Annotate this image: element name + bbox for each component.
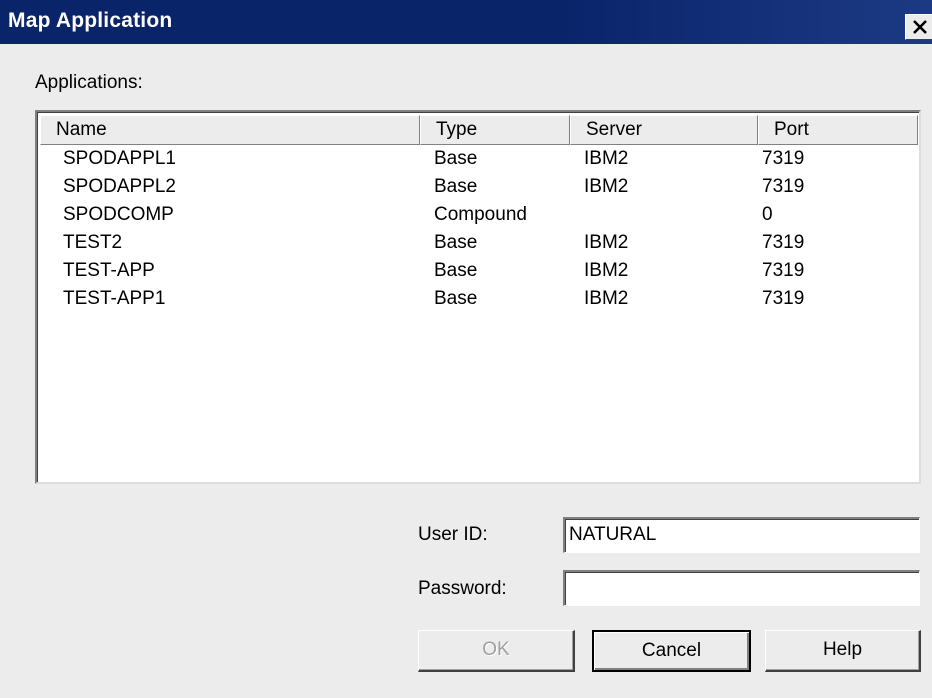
cell-name: TEST-APP [63, 260, 155, 281]
cell-port: 7319 [762, 148, 805, 169]
close-button[interactable] [905, 14, 932, 40]
cell-port: 0 [762, 204, 773, 225]
list-item[interactable]: TEST2 Base IBM2 7319 [40, 230, 918, 258]
list-header: Name Type Server Port [40, 115, 918, 145]
cell-server: IBM2 [584, 260, 629, 281]
cell-name: SPODAPPL2 [63, 176, 176, 197]
cell-type: Base [434, 148, 478, 169]
cancel-button[interactable]: Cancel [592, 630, 751, 672]
cell-server: IBM2 [584, 288, 629, 309]
user-id-field[interactable]: NATURAL [563, 517, 920, 553]
map-application-dialog: Map Application Applications: Name Type … [0, 0, 932, 698]
list-item[interactable]: SPODAPPL1 Base IBM2 7319 [40, 146, 918, 174]
close-icon [913, 20, 927, 34]
password-label: Password: [418, 578, 507, 599]
cell-type: Compound [434, 204, 527, 225]
cell-name: TEST-APP1 [63, 288, 166, 309]
cell-name: SPODCOMP [63, 204, 174, 225]
cell-type: Base [434, 176, 478, 197]
ok-button[interactable]: OK [418, 630, 575, 672]
applications-list[interactable]: Name Type Server Port SPODAPPL1 Base IBM… [35, 110, 921, 484]
cell-name: SPODAPPL1 [63, 148, 176, 169]
list-item[interactable]: TEST-APP Base IBM2 7319 [40, 258, 918, 286]
column-header-type[interactable]: Type [420, 115, 570, 145]
window-title: Map Application [8, 9, 173, 32]
password-field[interactable] [563, 570, 920, 606]
list-item[interactable]: SPODCOMP Compound 0 [40, 202, 918, 230]
column-header-server[interactable]: Server [570, 115, 758, 145]
user-id-label: User ID: [418, 524, 488, 545]
cell-server: IBM2 [584, 232, 629, 253]
cell-name: TEST2 [63, 232, 123, 253]
cell-type: Base [434, 232, 478, 253]
column-header-name[interactable]: Name [40, 115, 420, 145]
help-button[interactable]: Help [765, 630, 921, 672]
cell-server: IBM2 [584, 176, 629, 197]
list-item[interactable]: TEST-APP1 Base IBM2 7319 [40, 286, 918, 314]
column-header-port[interactable]: Port [758, 115, 918, 145]
cell-port: 7319 [762, 260, 805, 281]
list-item[interactable]: SPODAPPL2 Base IBM2 7319 [40, 174, 918, 202]
list-rows: SPODAPPL1 Base IBM2 7319 SPODAPPL2 Base … [40, 146, 918, 314]
cell-port: 7319 [762, 232, 805, 253]
cell-port: 7319 [762, 176, 805, 197]
cell-port: 7319 [762, 288, 805, 309]
title-bar[interactable]: Map Application [0, 0, 932, 44]
cell-server: IBM2 [584, 148, 629, 169]
cell-type: Base [434, 288, 478, 309]
applications-label: Applications: [35, 72, 143, 93]
cell-type: Base [434, 260, 478, 281]
